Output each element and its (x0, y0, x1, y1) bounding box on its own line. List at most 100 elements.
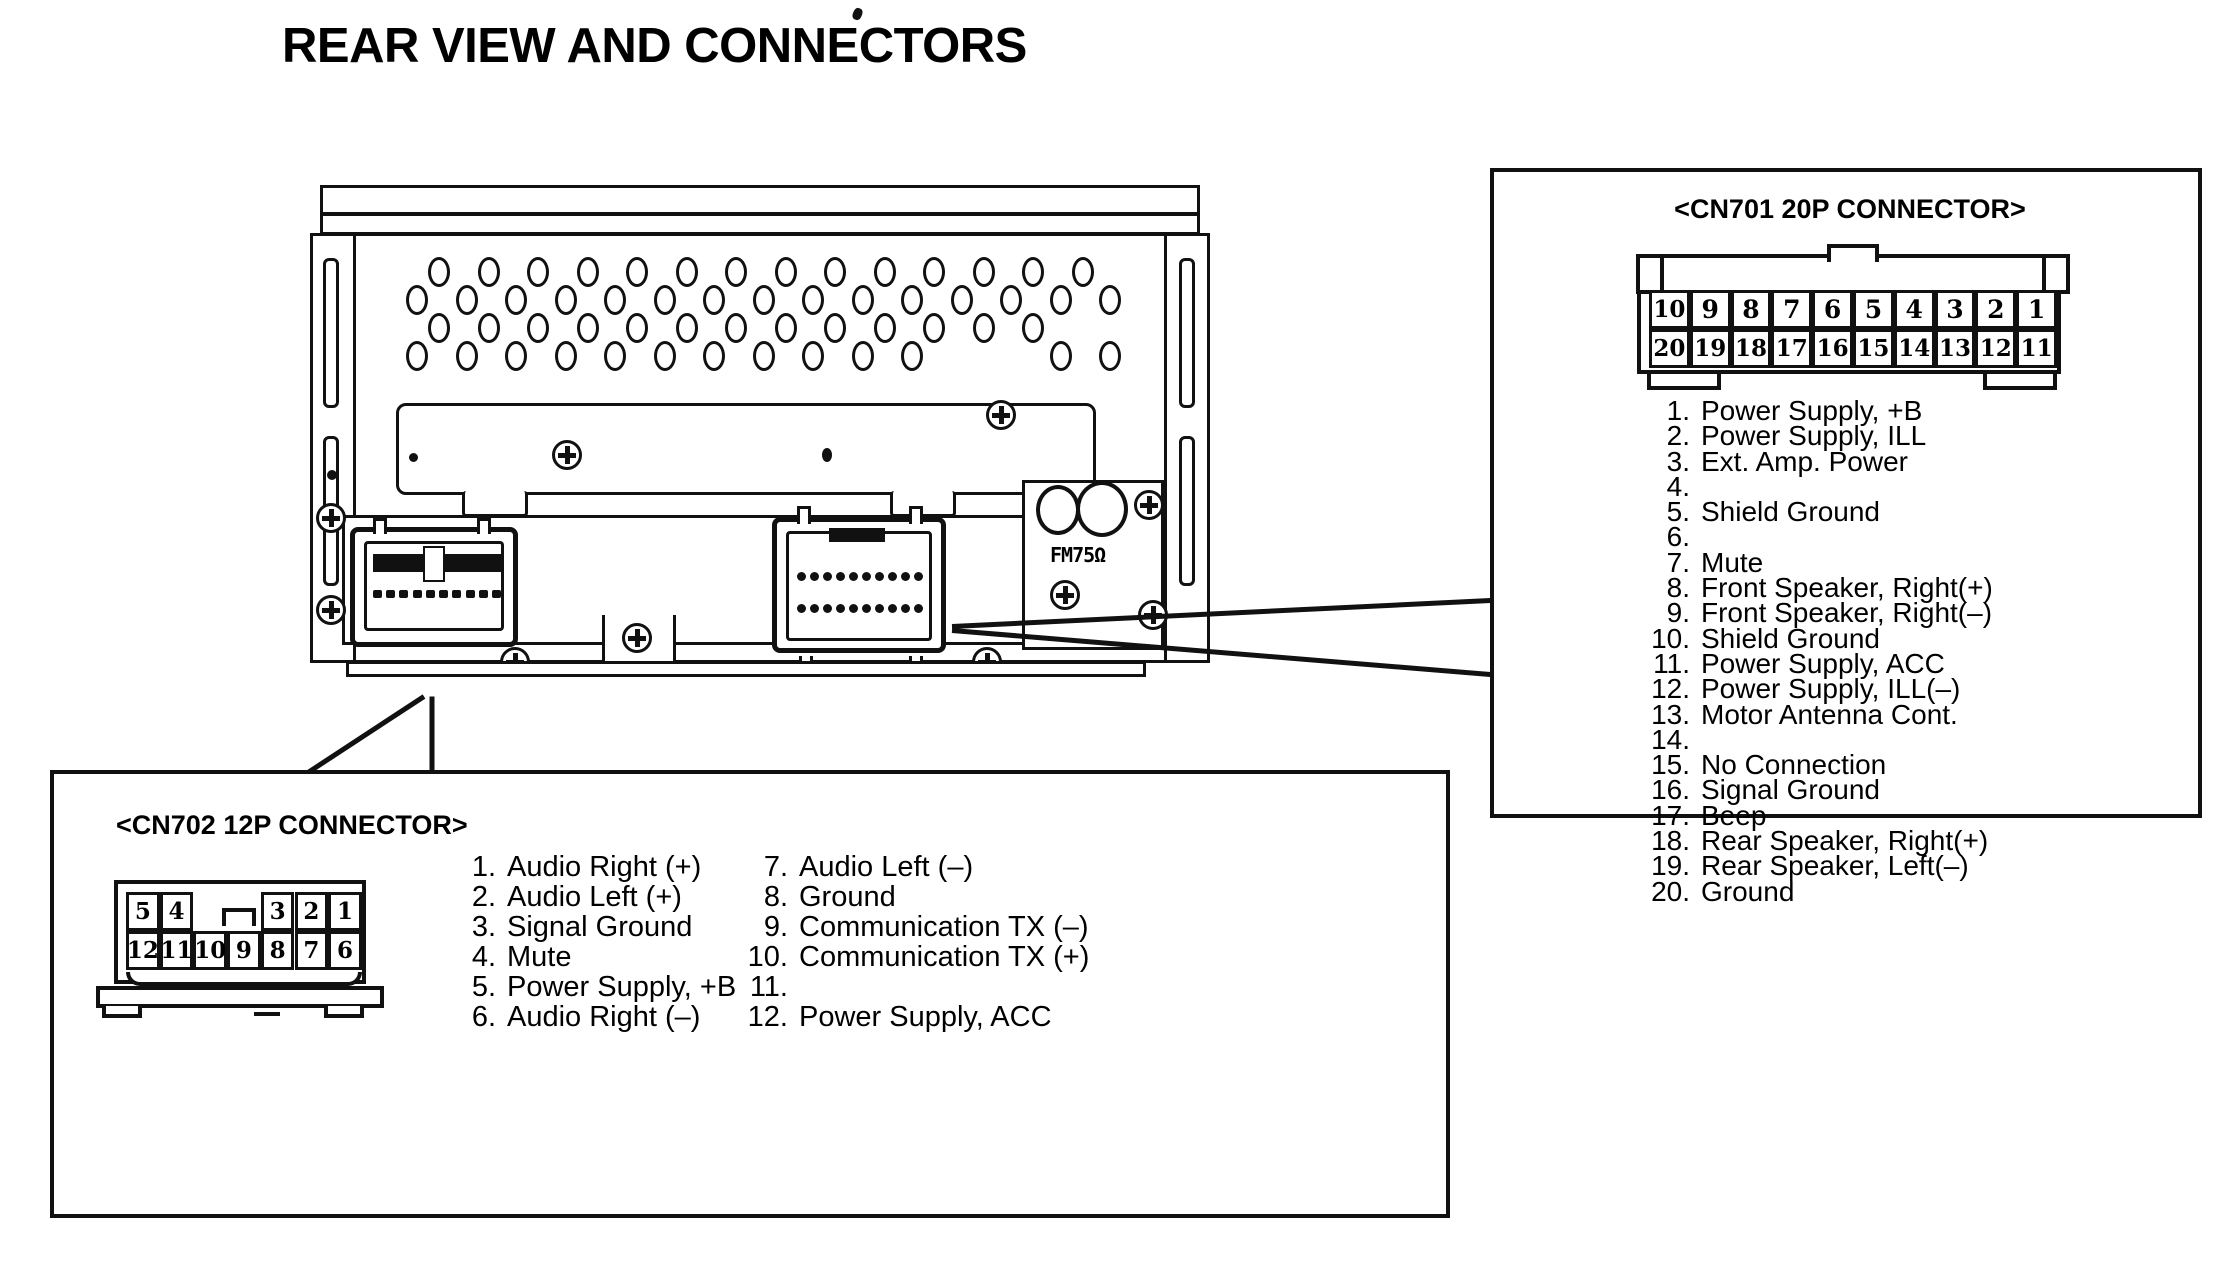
vent-hole (576, 313, 599, 343)
cn702-pin-number: 8. (763, 881, 788, 913)
panel-cn702: <CN702 12P CONNECTOR> 5 4 3 2 1 12 11 10 9 8 7 6 1.… (50, 770, 1450, 1218)
leader-line-cn702-b (429, 696, 435, 773)
cn701-foot-right (1983, 374, 2057, 390)
vent-hole (774, 257, 797, 287)
cn701-pin-number: 2. (1666, 420, 1690, 452)
cn702-pin-entry: 4. Mute (454, 942, 736, 972)
cn701-pin-cell-20: 20 (1649, 329, 1690, 368)
screw-shelf-left (552, 440, 582, 470)
socket-cn701-pin-row-top (797, 572, 923, 581)
vent-hole (923, 313, 945, 343)
cn702-pin-number: 2. (471, 881, 496, 913)
cn702-pin-entry: 12. Power Supply, ACC (726, 1002, 1089, 1032)
cn701-pin-label: Power Supply, ILL(–) (1701, 673, 1961, 705)
cn701-pin-cell-15: 15 (1853, 329, 1894, 368)
cn702-pin-entry: 6. Audio Right (–) (454, 1002, 736, 1032)
cn702-pin-cell-4: 4 (159, 892, 194, 931)
socket-cn702-pin-row (373, 590, 501, 598)
cn701-pin-label: Ground (1701, 875, 1795, 907)
vent-hole (653, 285, 676, 315)
vent-hole (428, 313, 450, 343)
vent-hole (1000, 285, 1022, 315)
cn701-key-notch (1827, 244, 1879, 262)
cn702-pin-label: Mute (507, 941, 572, 973)
vent-hole (703, 341, 725, 371)
vent-hole (901, 341, 923, 371)
cn701-pin-diagram: 10 9 8 7 6 5 4 3 2 1 20 19 18 17 16 15 14 13 12 11 (1636, 244, 2070, 390)
cn701-pin-cell-10: 10 (1649, 290, 1690, 329)
vent-hole (851, 285, 874, 315)
cn702-pin-label: Audio Right (–) (507, 1001, 701, 1033)
cn701-pin-label: Motor Antenna Cont. (1701, 698, 1958, 730)
socket-cn702-keyblock-b (443, 554, 501, 572)
cn702-pin-cell-10: 10 (193, 931, 228, 970)
cn701-pin-number: 16. (1651, 774, 1690, 806)
screw-left-rail-upper (316, 503, 346, 533)
vent-hole (972, 257, 995, 287)
cn702-pin-entry: 7. Audio Left (–) (726, 852, 1089, 882)
cn702-pin-entry: 9. Communication TX (–) (726, 912, 1089, 942)
vent-hole (505, 341, 527, 371)
vent-hole (725, 313, 747, 343)
cn702-pin-cells: 5 4 3 2 1 12 11 10 9 8 7 6 (126, 892, 362, 970)
panel-cn701: <CN701 20P CONNECTOR> 10 9 8 7 6 5 4 3 2 1 20 19 18 1… (1490, 168, 2202, 905)
vent-hole (626, 313, 648, 343)
vent-hole (1022, 313, 1044, 343)
cn702-pin-list-left: 1. Audio Right (+) 2. Audio Left (+) 3. Signa… (454, 852, 736, 1032)
chassis-socket-cn702[interactable] (350, 518, 518, 647)
vent-hole (703, 285, 725, 315)
chassis-base-lip (346, 661, 1146, 677)
cn702-base-leg-right (324, 1006, 364, 1018)
cn701-pin-number: 20. (1651, 875, 1690, 907)
vent-hole (1022, 257, 1044, 287)
cn701-latch-right (2042, 254, 2070, 294)
right-rail-slot-lower (1179, 436, 1195, 586)
cn702-pin-cell-2: 2 (294, 892, 329, 931)
cn701-pin-label: Ext. Amp. Power (1701, 445, 1908, 477)
cn702-pin-label: Audio Left (–) (799, 851, 974, 883)
cn701-pin-entry: 20. Ground (1638, 875, 1993, 907)
vent-hole (901, 285, 923, 315)
cn702-pin-cell-3: 3 (260, 892, 295, 931)
screw-antenna-lower (1050, 580, 1080, 610)
vent-hole (527, 313, 549, 343)
vent-hole (604, 341, 626, 371)
vent-hole (626, 257, 648, 287)
cn701-pin-number: 6. (1666, 521, 1690, 553)
cn702-pin-entry: 8. Ground (726, 882, 1089, 912)
cn702-body-skirt (126, 972, 362, 986)
vent-hole (873, 257, 896, 287)
cn701-pin-cell-4: 4 (1893, 290, 1935, 329)
socket-cn702-keyblock-a (373, 554, 423, 572)
vent-hole (455, 285, 478, 315)
cn702-pin-label: Audio Right (+) (507, 851, 702, 883)
socket-cn702-tab-left (373, 518, 387, 534)
vent-hole (1049, 341, 1072, 371)
cn702-pin-label: Power Supply, ACC (799, 1001, 1052, 1033)
chassis-socket-cn701[interactable] (772, 506, 946, 672)
cn702-pin-cell-9: 9 (227, 931, 261, 970)
cn701-pin-cell-2: 2 (1975, 290, 2017, 329)
vent-hole (505, 285, 527, 315)
cn701-pin-label: Signal Ground (1701, 774, 1881, 806)
cn701-pin-cell-3: 3 (1934, 290, 1976, 329)
chassis-hook-left (462, 491, 528, 517)
cn702-pin-label: Signal Ground (507, 911, 693, 943)
cn701-pin-cell-19: 19 (1689, 329, 1731, 368)
vent-hole (752, 341, 775, 371)
cn702-pin-cell-11: 11 (159, 931, 194, 970)
cn702-pin-number: 5. (471, 971, 496, 1003)
cn701-pin-entry: 19. Rear Speaker, Left(–) (1638, 852, 1993, 880)
vent-hole (576, 257, 599, 287)
vent-hole (802, 341, 824, 371)
cn701-foot-left (1647, 374, 1721, 390)
vent-hole (873, 313, 896, 343)
cn701-pin-entry: 9. Front Speaker, Right(–) (1638, 597, 1993, 629)
cn701-pin-number: 12. (1651, 673, 1690, 705)
cn701-pin-label: Front Speaker, Right(–) (1701, 597, 1993, 629)
cn701-pin-cell-1: 1 (2016, 290, 2057, 329)
vent-hole (774, 313, 797, 343)
vent-hole (923, 257, 945, 287)
cn702-pin-cell-5: 5 (126, 892, 160, 931)
cn701-pin-list: 1. Power Supply, +B 2. Power Supply, ILL 3. E… (1638, 396, 1993, 907)
